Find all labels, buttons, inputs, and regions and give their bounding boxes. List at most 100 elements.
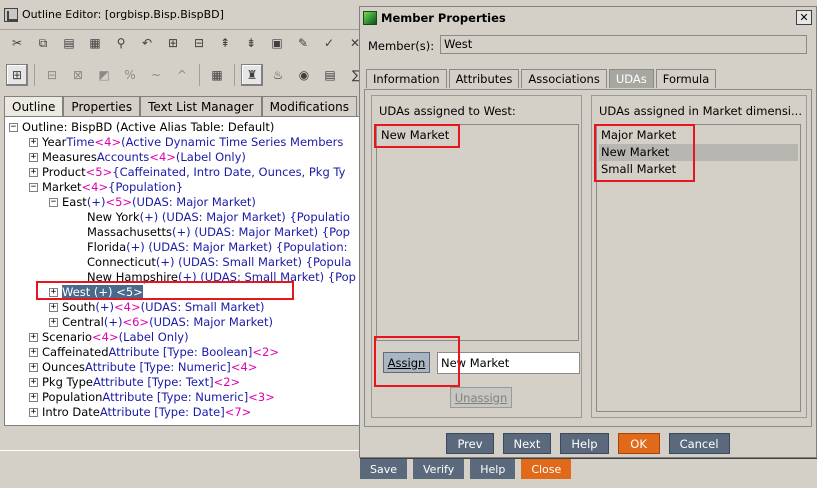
tree-row-measures[interactable]: + Measures Accounts <4> (Label Only) xyxy=(29,150,246,165)
paste-icon[interactable]: ▤ xyxy=(58,32,80,54)
member-properties-dialog: Member Properties ✕ Member(s): West Info… xyxy=(359,6,817,458)
next-button[interactable]: Next xyxy=(502,433,552,454)
assigned-udas-list[interactable]: New Market xyxy=(376,124,579,341)
market-udas-highlight-annotation xyxy=(594,124,695,182)
collapse-toggle-icon[interactable]: − xyxy=(29,183,38,192)
outline-editor-footer xyxy=(0,450,360,488)
unassign-button[interactable]: Unassign xyxy=(450,387,512,408)
assigned-udas-title: UDAs assigned to West: xyxy=(379,104,516,118)
tree-row-scenario[interactable]: + Scenario <4> (Label Only) xyxy=(29,330,189,345)
dialog-titlebar: Member Properties ✕ xyxy=(360,7,816,29)
tree-row-florida[interactable]: Florida (+) (UDAS: Major Market) {Popula… xyxy=(87,240,348,255)
undo-icon[interactable]: ↶ xyxy=(136,32,158,54)
assigned-udas-panel: UDAs assigned to West: New Market Assign… xyxy=(371,95,582,418)
expand-toggle-icon[interactable]: + xyxy=(49,303,58,312)
outline-editor-title: Outline Editor: [orgbisp.Bisp.BispBD] xyxy=(22,8,224,21)
members-label: Member(s): xyxy=(368,39,435,53)
tab-attributes[interactable]: Attributes xyxy=(448,69,520,88)
udas-tab-panel: UDAs assigned to West: New Market Assign… xyxy=(364,89,812,427)
database-icon[interactable]: ◉ xyxy=(293,64,315,86)
save-button[interactable]: Save xyxy=(360,459,408,479)
expand-toggle-icon[interactable]: + xyxy=(29,138,38,147)
member-cube-icon xyxy=(363,11,377,25)
cancel-button[interactable]: Cancel xyxy=(668,433,730,454)
tree-root[interactable]: − Outline: BispBD (Active Alias Table: D… xyxy=(9,120,274,135)
help-button[interactable]: Help xyxy=(470,459,516,479)
cut-icon[interactable]: ✂ xyxy=(6,32,28,54)
collapse-toggle-icon[interactable]: − xyxy=(9,123,18,132)
collapse-icon[interactable]: ⊟ xyxy=(41,64,63,86)
help-button[interactable]: Help xyxy=(560,433,609,454)
expand-toggle-icon[interactable]: + xyxy=(29,408,38,417)
tab-formula[interactable]: Formula xyxy=(655,69,717,88)
expand-toggle-icon[interactable]: + xyxy=(29,393,38,402)
tab-outline[interactable]: Outline xyxy=(4,96,64,116)
tab-information[interactable]: Information xyxy=(366,69,447,88)
outline-tree[interactable]: − Outline: BispBD (Active Alias Table: D… xyxy=(4,116,360,426)
move-up-icon[interactable]: ⇞ xyxy=(214,32,236,54)
verify-check-icon[interactable]: ✓ xyxy=(318,32,340,54)
delete-member-icon[interactable]: ⊠ xyxy=(67,64,89,86)
mark-icon[interactable]: ◩ xyxy=(93,64,115,86)
tree-row-intro-date[interactable]: + Intro Date Attribute [Type: Date] <7> xyxy=(29,405,251,420)
tab-associations[interactable]: Associations xyxy=(521,69,607,88)
expand-toggle-icon[interactable]: + xyxy=(29,348,38,357)
tree-row-population[interactable]: + Population Attribute [Type: Numeric] <… xyxy=(29,390,275,405)
tree-row-central[interactable]: + Central (+) <6> (UDAS: Major Market) xyxy=(49,315,273,330)
expand-toggle-icon[interactable]: + xyxy=(29,333,38,342)
edit-icon[interactable]: ✎ xyxy=(292,32,314,54)
grid-icon[interactable]: ▦ xyxy=(206,64,228,86)
close-icon[interactable]: ✕ xyxy=(796,10,812,25)
expand-toggle-icon[interactable]: + xyxy=(29,378,38,387)
dialog-title: Member Properties xyxy=(381,11,506,25)
collapse-toggle-icon[interactable]: − xyxy=(49,198,58,207)
tree-row-year[interactable]: + Year Time <4> (Active Dynamic Time Ser… xyxy=(29,135,343,150)
member-properties-icon[interactable]: ♜ xyxy=(241,64,263,86)
percent-icon[interactable]: % xyxy=(119,64,141,86)
tree-root-label: Outline: BispBD (Active Alias Table: Def… xyxy=(22,120,275,134)
tree-row-caffeinated[interactable]: + Caffeinated Attribute [Type: Boolean] … xyxy=(29,345,279,360)
tab-text-list-manager[interactable]: Text List Manager xyxy=(140,96,262,116)
tree-row-massachusetts[interactable]: Massachusetts (+) (UDAS: Major Market) {… xyxy=(87,225,350,240)
add-child-icon[interactable]: ⊟ xyxy=(188,32,210,54)
close-button[interactable]: Close xyxy=(521,459,572,479)
assign-highlight-annotation xyxy=(374,336,460,387)
tab-properties[interactable]: Properties xyxy=(63,96,141,116)
expand-toggle-icon[interactable]: + xyxy=(49,318,58,327)
prev-button[interactable]: Prev xyxy=(446,433,494,454)
ok-button[interactable]: OK xyxy=(617,433,660,454)
tree-row-connecticut[interactable]: Connecticut (+) (UDAS: Small Market) {Po… xyxy=(87,255,351,270)
verify-button[interactable]: Verify xyxy=(413,459,465,479)
move-down-icon[interactable]: ⇟ xyxy=(240,32,262,54)
tree-row-south[interactable]: + South (+) <4> (UDAS: Small Market) xyxy=(49,300,265,315)
members-field: West xyxy=(440,35,807,54)
expand-toggle-icon[interactable]: + xyxy=(29,153,38,162)
outline-editor-buttons: Save Verify Help Close xyxy=(360,459,572,479)
outline-toolbar-top: ✂ ⧉ ▤ ▦ ⚲ ↶ ⊞ ⊟ ⇞ ⇟ ▣ ✎ ✓ ✕ xyxy=(0,28,366,58)
west-highlight-annotation xyxy=(36,281,294,300)
expand-toggle-icon[interactable]: + xyxy=(29,363,38,372)
copy-icon[interactable]: ⧉ xyxy=(32,32,54,54)
add-sibling-icon[interactable]: ⊞ xyxy=(162,32,184,54)
attribute-icon[interactable]: ♨ xyxy=(267,64,289,86)
tree-row-ounces[interactable]: + Ounces Attribute [Type: Numeric] <4> xyxy=(29,360,257,375)
find-icon[interactable]: ⚲ xyxy=(110,32,132,54)
tab-modifications[interactable]: Modifications xyxy=(261,96,357,116)
calculator-icon[interactable]: ▣ xyxy=(266,32,288,54)
tilde-icon[interactable]: ~ xyxy=(145,64,167,86)
outline-editor-tabs: Outline Properties Text List Manager Mod… xyxy=(4,96,357,116)
tree-row-product[interactable]: + Product <5> {Caffeinated, Intro Date, … xyxy=(29,165,345,180)
tab-udas[interactable]: UDAs xyxy=(608,69,654,88)
paste-special-icon[interactable]: ▦ xyxy=(84,32,106,54)
tree-row-pkg-type[interactable]: + Pkg Type Attribute [Type: Text] <2> xyxy=(29,375,240,390)
tree-row-new-york[interactable]: New York (+) (UDAS: Major Market) {Popul… xyxy=(87,210,350,225)
outline-toolbar-bottom: ⊞ ⊟ ⊠ ◩ % ~ ^ ▦ ♜ ♨ ◉ ▤ ∑ xyxy=(0,60,367,90)
caret-icon[interactable]: ^ xyxy=(171,64,193,86)
table-icon[interactable]: ▤ xyxy=(319,64,341,86)
outline-editor-icon xyxy=(4,7,18,22)
expand-all-icon[interactable]: ⊞ xyxy=(6,64,28,86)
tree-row-market[interactable]: − Market <4> {Population} xyxy=(29,180,183,195)
tree-row-east[interactable]: − East (+) <5> (UDAS: Major Market) xyxy=(49,195,256,210)
expand-toggle-icon[interactable]: + xyxy=(29,168,38,177)
dialog-footer: Prev Next Help OK Cancel xyxy=(360,429,816,457)
